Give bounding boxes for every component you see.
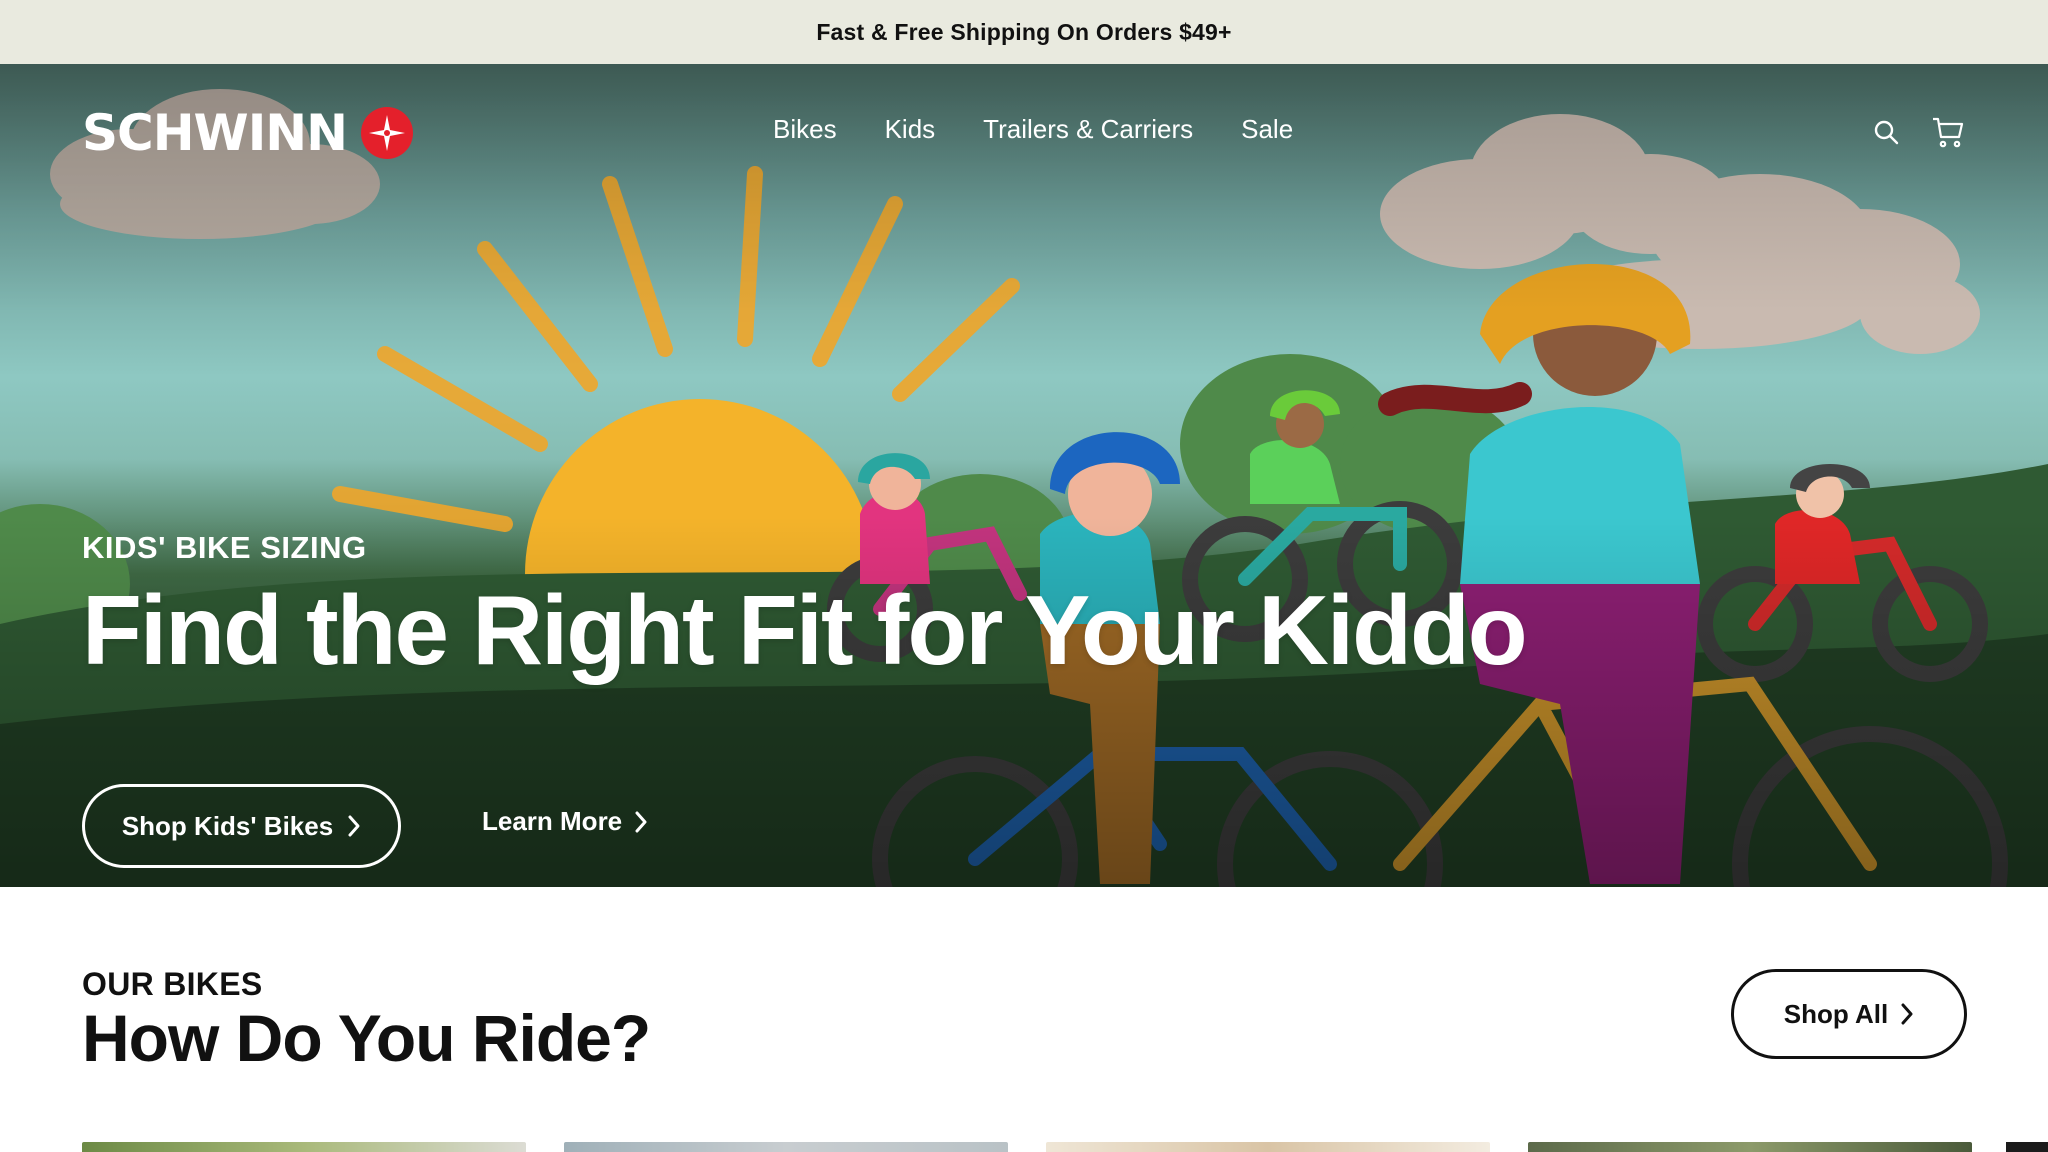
category-card[interactable]	[564, 1142, 1008, 1152]
hero-headline: Find the Right Fit for Your Kiddo	[82, 575, 1528, 685]
nav-item-trailers-carriers[interactable]: Trailers & Carriers	[983, 114, 1193, 145]
compass-star-icon	[361, 107, 413, 159]
cart-icon[interactable]	[1930, 114, 1966, 150]
category-card[interactable]	[82, 1142, 526, 1152]
nav-item-kids[interactable]: Kids	[885, 114, 936, 145]
shop-kids-bikes-label: Shop Kids' Bikes	[121, 810, 334, 841]
bike-category-cards	[82, 1142, 1972, 1152]
section-eyebrow: OUR BIKES	[82, 966, 263, 1002]
logo-wordmark: SCHWINN	[82, 104, 348, 162]
learn-more-label: Learn More	[482, 806, 623, 836]
shop-kids-bikes-button[interactable]: Shop Kids' Bikes	[82, 784, 401, 868]
chevron-right-icon	[348, 815, 360, 837]
nav-item-bikes[interactable]: Bikes	[773, 114, 837, 145]
hero-overlay	[0, 64, 2048, 887]
shop-all-label: Shop All	[1783, 998, 1889, 1029]
category-card[interactable]	[1528, 1142, 1972, 1152]
hero-eyebrow: KIDS' BIKE SIZING	[82, 530, 367, 565]
section-title: How Do You Ride?	[82, 1001, 651, 1075]
main-nav: Bikes Kids Trailers & Carriers Sale	[773, 114, 1293, 145]
announcement-text: Fast & Free Shipping On Orders $49+	[816, 18, 1232, 45]
shop-all-button[interactable]: Shop All	[1731, 969, 1967, 1059]
nav-item-sale[interactable]: Sale	[1241, 114, 1293, 145]
category-card[interactable]	[1046, 1142, 1490, 1152]
chevron-right-icon	[635, 811, 647, 832]
learn-more-link[interactable]: Learn More	[482, 806, 648, 837]
carousel-next-card-edge	[2006, 1142, 2048, 1152]
header-icons	[1868, 114, 1966, 150]
schwinn-logo[interactable]: SCHWINN	[82, 104, 413, 162]
search-icon[interactable]	[1868, 114, 1904, 150]
announcement-bar: Fast & Free Shipping On Orders $49+	[0, 0, 2048, 64]
hero-banner: SCHWINN Bikes Kids Trailers & Carriers S…	[0, 64, 2048, 887]
chevron-right-icon	[1901, 1003, 1913, 1025]
